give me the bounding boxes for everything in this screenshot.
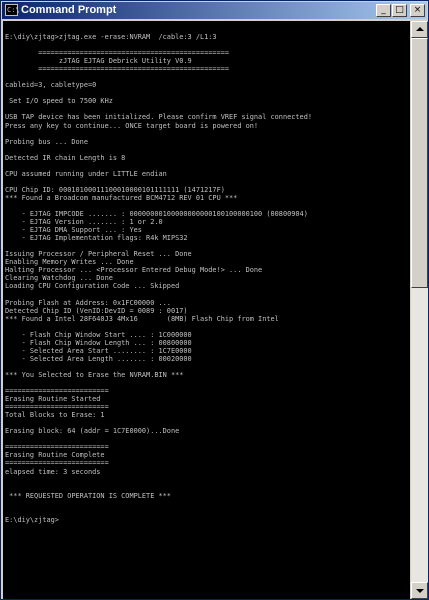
- minimize-button[interactable]: _: [376, 4, 391, 17]
- title-bar[interactable]: C:\ Command Prompt _ □ ×: [2, 2, 427, 19]
- command-prompt-window: C:\ Command Prompt _ □ × E:\diy\zjtag>zj…: [0, 0, 429, 600]
- console-app-icon[interactable]: C:\: [5, 4, 20, 16]
- console-line: CPU Chip ID: 000101000111000100001011111…: [5, 185, 225, 194]
- console-line: =========================: [5, 403, 109, 412]
- window-title: Command Prompt: [21, 4, 117, 16]
- console-line: - EJTAG Version ....... : 1 or 2.0: [5, 218, 163, 227]
- close-button[interactable]: ×: [410, 4, 425, 17]
- console-line: - Selected Area Start ........ : 1C7E000…: [5, 346, 192, 355]
- console-line: Total Blocks to Erase: 1: [5, 411, 105, 420]
- scroll-up-button[interactable]: [411, 21, 428, 38]
- console-line: =========================: [5, 387, 109, 396]
- scroll-thumb[interactable]: [411, 38, 428, 288]
- console-line: *** Found a Broadcom manufactured BCM471…: [5, 193, 238, 202]
- console-line: ========================================…: [5, 65, 230, 74]
- console-line: cableid=3, cabletype=0: [5, 81, 97, 90]
- vertical-scrollbar[interactable]: [411, 21, 428, 599]
- console-line: CPU assumed running under LITTLE endian: [5, 169, 167, 178]
- console-line: Clearing Watchdog ... Done: [5, 274, 113, 283]
- console-output[interactable]: E:\diy\zjtag>zjtag.exe -erase:NVRAM /cab…: [3, 21, 410, 599]
- console-line: - EJTAG Implementation flags: R4k MIPS32: [5, 234, 188, 243]
- console-line: elapsed time: 3 seconds: [5, 467, 101, 476]
- console-line: Probing Flash at Address: 0x1FC00000 ...: [5, 298, 171, 307]
- console-line: ========================================…: [5, 49, 230, 58]
- maximize-button[interactable]: □: [392, 4, 407, 17]
- console-line: - Flash Chip Window Length ... : 0080000…: [5, 338, 192, 347]
- console-line: E:\diy\zjtag>zjtag.exe -erase:NVRAM /cab…: [5, 33, 217, 41]
- console-line: *** REQUESTED OPERATION IS COMPLETE ***: [5, 491, 171, 500]
- console-line: Press any key to continue... ONCE target…: [5, 121, 259, 130]
- console-line: E:\diy\zjtag>: [5, 515, 59, 524]
- console-line: Enabling Memory Writes ... Done: [5, 258, 134, 267]
- console-line: =========================: [5, 443, 109, 452]
- console-line: Erasing Routine Complete: [5, 451, 105, 460]
- console-line: - EJTAG IMPCODE ....... : 00000000100000…: [5, 210, 308, 219]
- console-line: =========================: [5, 459, 109, 468]
- console-line: Probing bus ... Done: [5, 137, 88, 146]
- console-line: Set I/O speed to 7500 KHz: [5, 97, 113, 106]
- arrow-down-icon: [416, 589, 424, 593]
- console-line: - EJTAG DMA Support ... : Yes: [5, 226, 142, 235]
- console-line: *** Found a Intel 28F640J3 4Mx16 (8MB) F…: [5, 314, 279, 323]
- console-line: Erasing Routine Started: [5, 395, 101, 404]
- console-line: Halting Processor ... <Processor Entered…: [5, 266, 263, 275]
- console-line: - Flash Chip Window Start .... : 1C00000…: [5, 330, 192, 339]
- console-line: Detected Chip ID (VenID:DevID = 0089 : 0…: [5, 306, 188, 315]
- console-line: - Selected Area Length ....... : 0002000…: [5, 354, 192, 363]
- console-line: Erasing block: 64 (addr = 1C7E0000)...Do…: [5, 427, 180, 436]
- console-line: USB TAP device has been initialized. Ple…: [5, 113, 312, 122]
- console-line: Detected IR chain Length is 8: [5, 153, 126, 162]
- console-text: E:\diy\zjtag>zjtag.exe -erase:NVRAM /cab…: [3, 21, 410, 524]
- console-line: zJTAG EJTAG Debrick Utility V0.9: [5, 57, 192, 66]
- console-line: Issuing Processor / Peripheral Reset ...…: [5, 250, 192, 259]
- scroll-down-button[interactable]: [411, 582, 428, 599]
- arrow-up-icon: [416, 27, 424, 31]
- console-line: *** You Selected to Erase the NVRAM.BIN …: [5, 370, 184, 379]
- console-line: Loading CPU Configuration Code ... Skipp…: [5, 282, 180, 291]
